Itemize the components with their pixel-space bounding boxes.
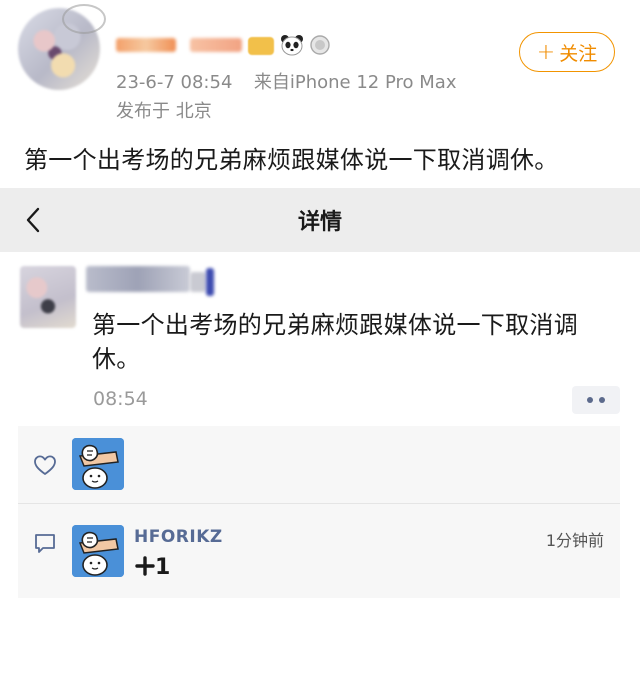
avatar-pendant — [62, 4, 106, 34]
more-dots-icon — [599, 397, 605, 403]
more-button[interactable] — [572, 386, 620, 414]
post-body-text: 第一个出考场的兄弟麻烦跟媒体说一下取消调休。 — [24, 146, 559, 174]
more-dots-icon — [587, 397, 593, 403]
comment-text: 1 — [135, 555, 170, 580]
comment-icon — [35, 534, 55, 553]
follow-label: 关注 — [559, 42, 598, 65]
post-source: 来自iPhone 12 Pro Max — [253, 72, 457, 93]
post-location: 发布于 北京 — [116, 101, 212, 122]
moment-author-name-redacted-2 — [190, 272, 206, 292]
plus-icon — [135, 556, 155, 576]
plus-icon: + — [536, 39, 556, 65]
comment-count: 1 — [155, 555, 171, 580]
post-meta: 23-6-7 08:54 来自iPhone 12 Pro Max — [116, 68, 456, 94]
follow-button[interactable]: + 关注 — [519, 32, 615, 72]
moment-author-name-redacted-3 — [206, 268, 214, 296]
commenter-name[interactable]: HFORIKZ — [134, 527, 223, 547]
moment-text: 第一个出考场的兄弟麻烦跟媒体说一下取消调休。 — [92, 311, 578, 373]
moment-author-avatar[interactable] — [20, 266, 76, 328]
fist-cartoon-icon — [72, 525, 124, 577]
vip-badge-icon — [248, 37, 274, 55]
comment-time: 1分钟前 — [545, 531, 604, 550]
commenter-avatar[interactable] — [72, 525, 124, 577]
likes-comments-divider — [18, 503, 620, 504]
page-title: 详情 — [297, 210, 342, 235]
post-timestamp: 23-6-7 08:54 — [116, 72, 233, 93]
author-name-redacted[interactable] — [116, 38, 176, 52]
liker-avatar[interactable] — [72, 438, 124, 490]
moment-time: 08:54 — [93, 388, 148, 410]
heart-icon — [34, 455, 56, 475]
fist-cartoon-icon — [72, 438, 124, 490]
moment-author-name-redacted[interactable] — [86, 266, 190, 292]
author-name-redacted-2 — [190, 38, 242, 52]
medal-icon — [308, 34, 332, 56]
panda-icon — [280, 34, 304, 56]
